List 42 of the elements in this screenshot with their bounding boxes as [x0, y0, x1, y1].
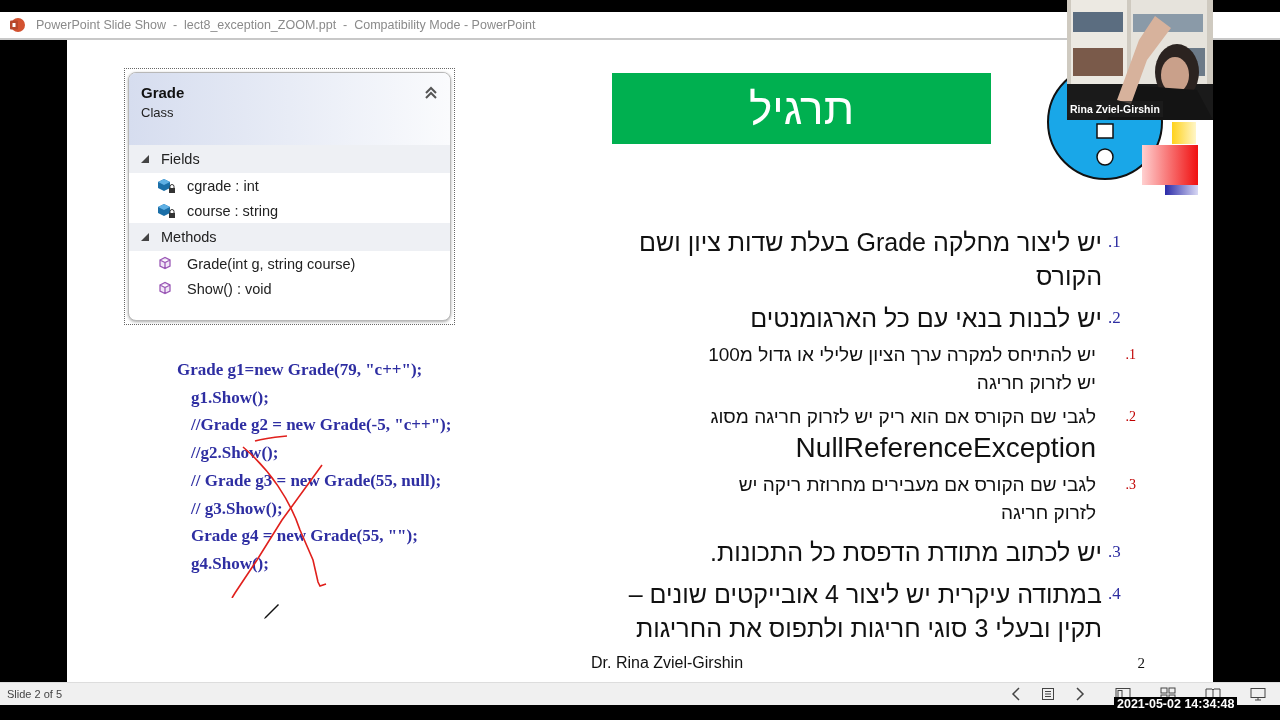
collapse-icon[interactable] — [424, 86, 438, 100]
list-item-text: יש להתיחס למקרה ערך הציון שלילי או גדול מ100 יש לזרוק חריגה — [707, 343, 1096, 395]
list-number: .1 — [1124, 346, 1136, 364]
list-item-text: לגבי שם הקורס אם מעבירים מחרוזת ריקה יש לזרוק חריגה — [737, 473, 1096, 525]
list-number: .1 — [1108, 231, 1122, 253]
participant-name: Rina Zviel-Girshin — [1067, 101, 1163, 117]
list-item-text: במתודה עיקרית יש ליצור 4 אובייקטים שונים – תקין ובעלי 3 סוגי חריגות ולתפוס את החריגות — [627, 579, 1102, 644]
pen-cursor-icon — [262, 602, 280, 620]
slide-footer: Dr. Rina Zviel-Girshin — [591, 654, 744, 672]
list-item-text: יש ליצור מחלקה Grade בעלת שדות ציון ושם הקורס — [638, 227, 1102, 292]
list-number: .2 — [1108, 307, 1122, 329]
notes-icon[interactable] — [1041, 687, 1055, 701]
class-member: Show() : void — [187, 280, 272, 297]
field-lock-icon — [157, 202, 177, 219]
next-slide-icon[interactable] — [1074, 687, 1086, 701]
class-type-label: Class — [141, 105, 175, 120]
list-item-text: יש לכתוב מתודת הדפסת כל התכונות. — [709, 537, 1102, 568]
slideshow-icon[interactable] — [1250, 687, 1266, 701]
field-lock-icon — [157, 177, 177, 194]
class-member: course : string — [187, 202, 279, 219]
list-number: .2 — [1124, 408, 1136, 426]
previous-slide-icon[interactable] — [1010, 687, 1022, 701]
list-number: .3 — [1108, 541, 1122, 563]
list-item-text: יש לבנות בנאי עם כל הארגומנטים — [750, 303, 1102, 334]
list-number: .3 — [1124, 476, 1136, 494]
class-member: cgrade : int — [187, 177, 259, 194]
section-header[interactable]: Fields — [129, 145, 450, 173]
code-line: Grade g1=new Grade(79, "c++"); — [177, 359, 423, 381]
class-member: Grade(int g, string course) — [187, 255, 356, 272]
list-item-text: לגבי שם הקורס אם הוא ריק יש לזרוק חריגה מסוג — [710, 405, 1096, 429]
window-title: PowerPoint Slide Show - lect8_exception_ZOOM.ppt - Compatibility Mode - PowerPoint — [36, 18, 536, 32]
section-header[interactable]: Methods — [129, 223, 450, 251]
code-line: g1.Show(); — [190, 386, 269, 409]
slide-counter: Slide 2 of 5 — [7, 688, 63, 700]
code-line: // g3.Show(); — [190, 497, 283, 520]
code-line: //Grade g2 = new Grade(-5, "c++"); — [190, 414, 452, 437]
slide-title: תרגיל — [612, 73, 991, 144]
list-number: .4 — [1108, 583, 1122, 605]
exception-name: NullReferenceException — [795, 431, 1096, 465]
page-number: 2 — [1137, 655, 1145, 672]
class-name: Grade — [141, 84, 185, 101]
presentation-app-icon — [9, 17, 25, 33]
